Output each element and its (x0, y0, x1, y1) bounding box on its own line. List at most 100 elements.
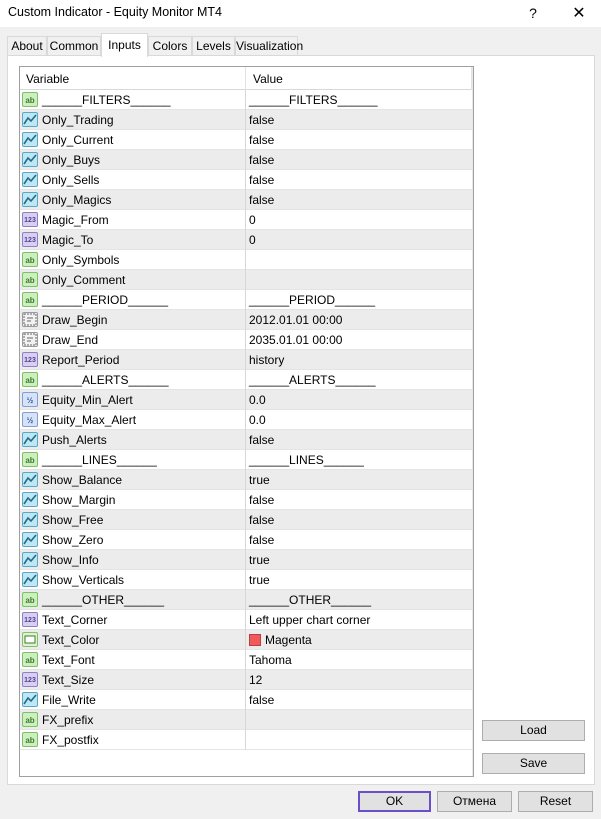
table-row[interactable]: 123 Magic_From 0 (20, 210, 473, 230)
table-row[interactable]: ab ______OTHER______ ______OTHER______ (20, 590, 473, 610)
str-type-icon: ab (22, 452, 38, 467)
int-type-icon: 123 (22, 232, 38, 247)
table-row[interactable]: 123 Report_Period history (20, 350, 473, 370)
cancel-button[interactable]: Отмена (437, 791, 512, 812)
table-row[interactable]: Only_Current false (20, 130, 473, 150)
table-row[interactable]: Text_Color Magenta (20, 630, 473, 650)
variable-name: Only_Symbols (42, 253, 120, 267)
tab-common[interactable]: Common (47, 36, 101, 56)
variable-value[interactable]: ______FILTERS______ (249, 93, 378, 107)
column-divider (245, 650, 246, 670)
variable-value[interactable]: false (249, 133, 274, 147)
table-row[interactable]: ab ______FILTERS______ ______FILTERS______ (20, 90, 473, 110)
ok-button[interactable]: OK (358, 791, 431, 812)
variable-value[interactable]: history (249, 353, 284, 367)
tab-levels[interactable]: Levels (192, 36, 235, 56)
table-row[interactable]: Show_Verticals true (20, 570, 473, 590)
bool-type-icon (22, 492, 38, 507)
column-divider (245, 210, 246, 230)
table-row[interactable]: Show_Zero false (20, 530, 473, 550)
table-row[interactable]: ab FX_prefix (20, 710, 473, 730)
variable-value[interactable]: true (249, 473, 270, 487)
table-row[interactable]: Only_Buys false (20, 150, 473, 170)
variable-value[interactable]: ______OTHER______ (249, 593, 371, 607)
date-type-icon (22, 312, 38, 327)
variable-name: Draw_End (42, 333, 99, 347)
variable-name: Push_Alerts (42, 433, 107, 447)
variable-value[interactable]: 0 (249, 213, 256, 227)
table-row[interactable]: 123 Text_Size 12 (20, 670, 473, 690)
tab-visualization[interactable]: Visualization (235, 36, 303, 56)
close-button[interactable]: ✕ (564, 0, 594, 27)
column-divider[interactable] (245, 67, 246, 90)
load-button[interactable]: Load (482, 720, 585, 741)
variable-value[interactable]: false (249, 153, 274, 167)
variable-value[interactable]: 12 (249, 673, 262, 687)
table-row[interactable]: 123 Text_Corner Left upper chart corner (20, 610, 473, 630)
tab-about[interactable]: About (7, 36, 47, 56)
table-row[interactable]: File_Write false (20, 690, 473, 710)
variable-value[interactable]: false (249, 113, 274, 127)
variable-column-header[interactable]: Variable (26, 72, 69, 86)
variable-value[interactable]: false (249, 513, 274, 527)
table-row[interactable]: Only_Trading false (20, 110, 473, 130)
color-type-icon (22, 632, 38, 647)
int-type-icon: 123 (22, 212, 38, 227)
table-row[interactable]: Draw_End 2035.01.01 00:00 (20, 330, 473, 350)
variable-value[interactable]: true (249, 553, 270, 567)
column-divider (245, 170, 246, 190)
bool-type-icon (22, 172, 38, 187)
table-row[interactable]: Draw_Begin 2012.01.01 00:00 (20, 310, 473, 330)
variable-value[interactable]: 0 (249, 233, 256, 247)
help-button[interactable]: ? (518, 0, 548, 27)
table-row[interactable]: Push_Alerts false (20, 430, 473, 450)
variable-value[interactable]: Tahoma (249, 653, 292, 667)
table-row[interactable]: ab Only_Comment (20, 270, 473, 290)
variable-value[interactable]: false (249, 493, 274, 507)
variable-value[interactable]: Left upper chart corner (249, 613, 370, 627)
table-row[interactable]: ab ______PERIOD______ ______PERIOD______ (20, 290, 473, 310)
table-row[interactable]: ab FX_postfix (20, 730, 473, 750)
column-divider (245, 310, 246, 330)
variable-value[interactable]: 2035.01.01 00:00 (249, 333, 342, 347)
column-divider (245, 690, 246, 710)
variable-value[interactable]: ______LINES______ (249, 453, 364, 467)
variable-value[interactable]: false (249, 693, 274, 707)
str-type-icon: ab (22, 272, 38, 287)
table-row[interactable]: ab Only_Symbols (20, 250, 473, 270)
table-row[interactable]: Show_Balance true (20, 470, 473, 490)
variable-value[interactable]: ______ALERTS______ (249, 373, 376, 387)
table-row[interactable]: ab ______ALERTS______ ______ALERTS______ (20, 370, 473, 390)
variable-name: Text_Font (42, 653, 95, 667)
table-row[interactable]: Only_Magics false (20, 190, 473, 210)
variable-value[interactable]: Magenta (249, 633, 312, 647)
variable-value[interactable]: false (249, 533, 274, 547)
table-row[interactable]: Only_Sells false (20, 170, 473, 190)
title-bar: Custom Indicator - Equity Monitor MT4 ? … (0, 0, 601, 27)
reset-button[interactable]: Reset (518, 791, 593, 812)
tab-colors[interactable]: Colors (148, 36, 192, 56)
variable-value[interactable]: false (249, 173, 274, 187)
str-type-icon: ab (22, 92, 38, 107)
bool-type-icon (22, 532, 38, 547)
variable-value[interactable]: true (249, 573, 270, 587)
bool-type-icon (22, 192, 38, 207)
table-row[interactable]: ab ______LINES______ ______LINES______ (20, 450, 473, 470)
variable-value[interactable]: ______PERIOD______ (249, 293, 375, 307)
variable-value[interactable]: false (249, 193, 274, 207)
inputs-grid: Variable Value ab ______FILTERS______ ____… (19, 66, 474, 777)
table-row[interactable]: 123 Magic_To 0 (20, 230, 473, 250)
table-row[interactable]: ab Text_Font Tahoma (20, 650, 473, 670)
variable-value[interactable]: 2012.01.01 00:00 (249, 313, 342, 327)
tab-inputs[interactable]: Inputs (101, 33, 148, 57)
table-row[interactable]: ½ Equity_Min_Alert 0.0 (20, 390, 473, 410)
table-row[interactable]: Show_Free false (20, 510, 473, 530)
variable-value[interactable]: false (249, 433, 274, 447)
variable-value[interactable]: 0.0 (249, 393, 266, 407)
table-row[interactable]: ½ Equity_Max_Alert 0.0 (20, 410, 473, 430)
table-row[interactable]: Show_Margin false (20, 490, 473, 510)
value-column-header[interactable]: Value (253, 72, 283, 86)
save-button[interactable]: Save (482, 753, 585, 774)
variable-value[interactable]: 0.0 (249, 413, 266, 427)
table-row[interactable]: Show_Info true (20, 550, 473, 570)
